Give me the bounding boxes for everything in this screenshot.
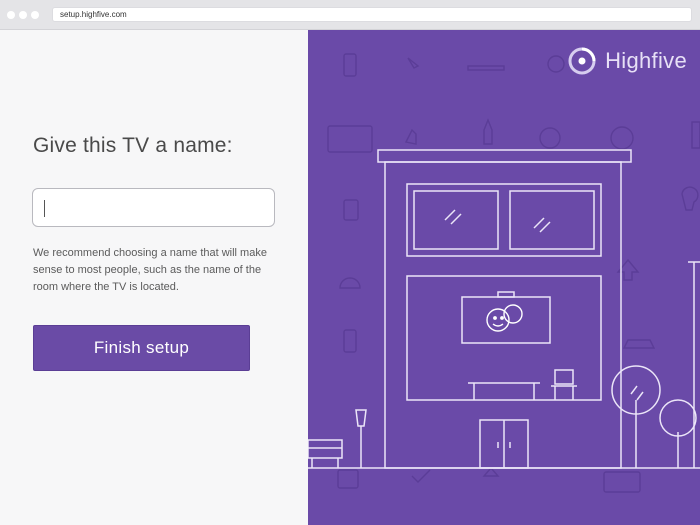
close-dot-icon[interactable]: [7, 11, 15, 19]
text-caret: [44, 200, 45, 217]
setup-panel: Give this TV a name: We recommend choosi…: [0, 30, 308, 525]
house-illustration: [308, 53, 700, 493]
background-pattern: [327, 53, 700, 493]
chat-bubbles-icon: [486, 304, 523, 332]
maximize-dot-icon[interactable]: [31, 11, 39, 19]
address-bar[interactable]: setup.highfive.com: [52, 7, 692, 22]
browser-window: setup.highfive.com Give this TV a name: …: [0, 0, 700, 525]
page-title: Give this TV a name:: [33, 134, 233, 157]
house-line-art: [308, 149, 700, 469]
illustration-panel: Highfive: [308, 30, 700, 525]
browser-chrome: setup.highfive.com: [0, 0, 700, 30]
helper-text: We recommend choosing a name that will m…: [33, 247, 267, 293]
minimize-dot-icon[interactable]: [19, 11, 27, 19]
tv-name-input[interactable]: [32, 188, 275, 227]
finish-setup-button[interactable]: Finish setup: [33, 325, 250, 371]
